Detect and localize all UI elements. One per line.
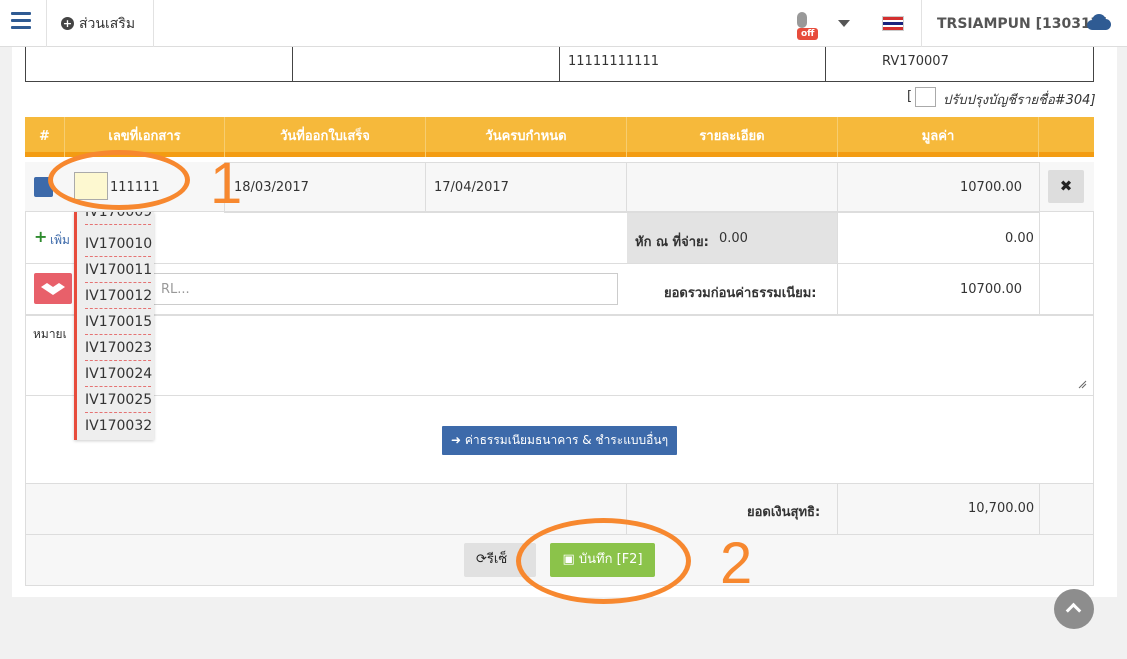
- open-bracket: [: [907, 89, 913, 104]
- reset-label: รีเซ็: [486, 552, 508, 567]
- prev-account-number: 11111111111: [568, 54, 659, 69]
- notes-textarea[interactable]: [25, 315, 1094, 396]
- doc-number-dropdown[interactable]: IV170009 IV170010 IV170011 IV170012 IV17…: [74, 212, 154, 440]
- addon-menu-button[interactable]: + ส่วนเสริม: [47, 0, 154, 47]
- delete-row-button[interactable]: ✖: [1048, 170, 1084, 203]
- dropdown-item[interactable]: IV170024: [85, 361, 152, 387]
- subtotal-label: ยอดรวมก่อนค่าธรรมเนียม:: [664, 286, 817, 301]
- subtotal-value: 10700.00: [960, 282, 1023, 297]
- plus-circle-icon: +: [61, 17, 74, 30]
- url-placeholder: RL...: [161, 282, 190, 297]
- row-value: 10700.00: [960, 180, 1023, 195]
- user-menu[interactable]: TRSIAMPUN [130317]: [921, 0, 1127, 47]
- url-input[interactable]: RL...: [150, 273, 618, 305]
- col-doc-no: เลขที่เอกสาร: [65, 117, 225, 157]
- top-bar: + ส่วนเสริม off TRSIAMPUN [130317]: [0, 0, 1127, 47]
- net-label: ยอดเงินสุทธิ:: [747, 505, 821, 520]
- dropdown-item[interactable]: IV170032: [85, 413, 152, 439]
- dropbox-icon[interactable]: [34, 273, 72, 304]
- microphone-icon[interactable]: off: [790, 12, 820, 42]
- issue-date: 18/03/2017: [234, 180, 309, 195]
- bank-fee-label: ค่าธรรมเนียมธนาคาร & ชำระแบบอื่นๆ: [464, 433, 669, 447]
- dropdown-item[interactable]: IV170012: [85, 283, 152, 309]
- mic-off-badge: off: [797, 28, 819, 40]
- col-detail: รายละเอียด: [627, 117, 838, 157]
- plus-icon[interactable]: +: [34, 229, 47, 245]
- update-account-checkbox[interactable]: [915, 87, 936, 107]
- dropdown-item[interactable]: IV170010: [85, 231, 152, 257]
- annotation-number: 2: [720, 531, 753, 596]
- dropdown-item[interactable]: IV170025: [85, 387, 152, 413]
- prev-row-cell: [25, 47, 293, 82]
- user-label: TRSIAMPUN [130317]: [937, 15, 1107, 32]
- chevron-down-icon[interactable]: [838, 20, 850, 27]
- prev-row-cell: [292, 47, 560, 82]
- row-cell: [626, 162, 838, 213]
- hamburger-menu-icon[interactable]: [0, 0, 47, 47]
- col-issue-date: วันที่ออกใบเสร็จ: [225, 117, 426, 157]
- withholding-amount: 0.00: [1005, 231, 1034, 246]
- resize-handle-icon[interactable]: [1078, 380, 1087, 389]
- col-value: มูลค่า: [838, 117, 1039, 157]
- due-date: 17/04/2017: [434, 180, 509, 195]
- annotation-number: 1: [210, 151, 243, 216]
- dropdown-item[interactable]: IV170011: [85, 257, 152, 283]
- col-actions: [1039, 117, 1094, 157]
- dropdown-item[interactable]: IV170009: [85, 212, 152, 225]
- thai-flag-icon[interactable]: [882, 16, 904, 31]
- withholding-value: 0.00: [719, 231, 748, 246]
- annotation-ellipse: [48, 150, 190, 210]
- add-row-link[interactable]: เพิ่ม: [50, 231, 70, 250]
- net-value: 10,700.00: [968, 501, 1035, 516]
- scroll-to-top-icon[interactable]: [1054, 589, 1094, 629]
- dropdown-item[interactable]: IV170023: [85, 335, 152, 361]
- dropdown-item[interactable]: IV170015: [85, 309, 152, 335]
- annotation-ellipse: [516, 518, 691, 604]
- prev-reference: RV170007: [882, 54, 949, 69]
- bank-fee-button[interactable]: ➜ ค่าธรรมเนียมธนาคาร & ชำระแบบอื่นๆ: [442, 426, 677, 455]
- table-header: # เลขที่เอกสาร วันที่ออกใบเสร็จ วันครบกำ…: [25, 117, 1094, 157]
- prev-row-cell: [825, 47, 1094, 82]
- refresh-icon: ⟳: [476, 552, 487, 567]
- arrow-circle-icon: ➜: [450, 433, 465, 447]
- notes-label: หมายเ: [33, 327, 67, 341]
- update-account-label: ปรับปรุงบัญชีรายชื่อ#304]: [943, 93, 1096, 108]
- cloud-icon: [1087, 14, 1111, 30]
- withholding-label: หัก ณ ที่จ่าย:: [635, 235, 709, 250]
- col-index: #: [25, 117, 65, 157]
- addon-label: ส่วนเสริม: [79, 15, 136, 32]
- col-due-date: วันครบกำหนด: [426, 117, 627, 157]
